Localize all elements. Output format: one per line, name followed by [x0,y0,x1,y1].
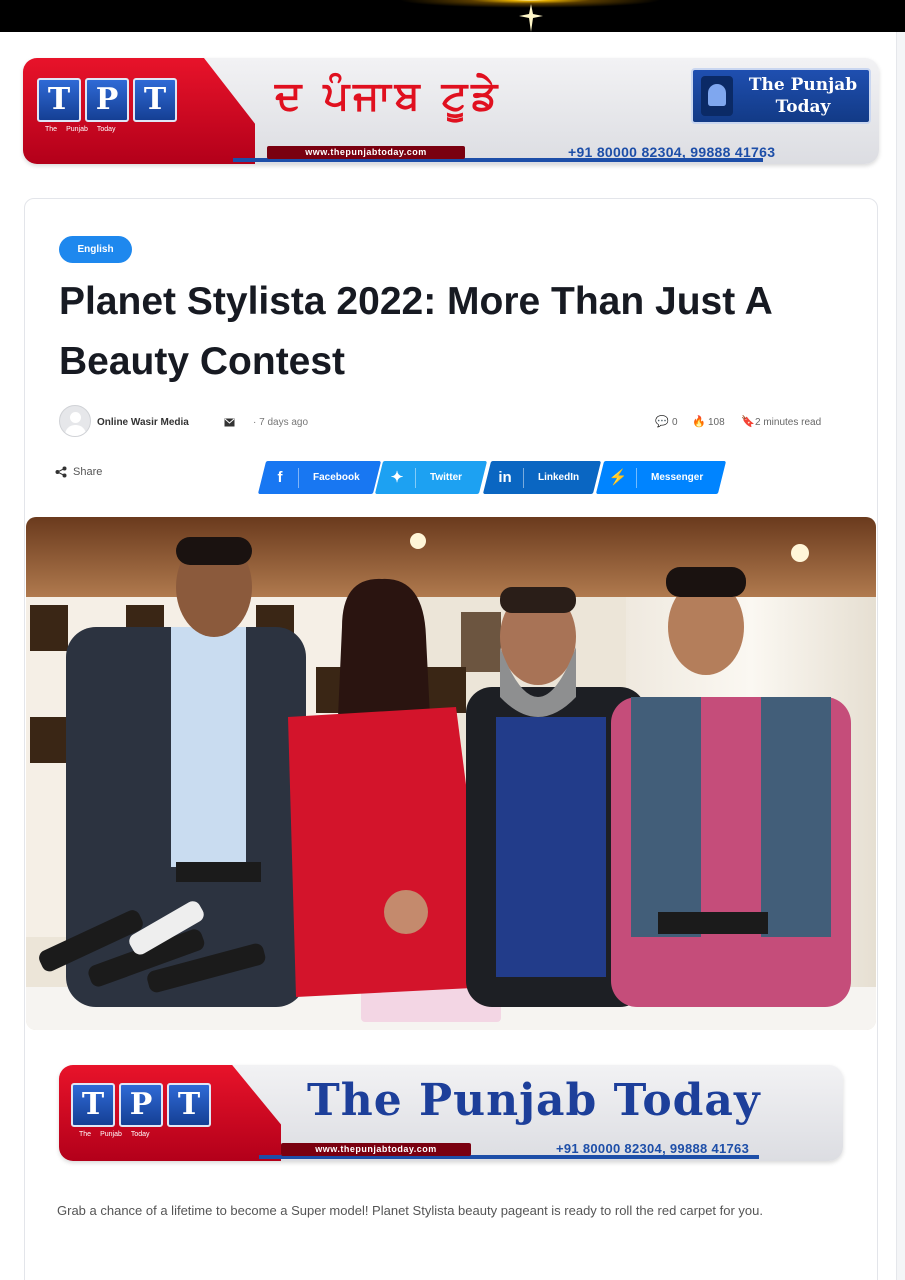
share-icon [55,466,67,478]
tpt-sub-label: The [79,1131,92,1138]
featured-image[interactable] [26,517,876,1030]
top-banner-ad[interactable]: T P T The Punjab Today ਦ ਪੰਜਾਬ ਟੂਡੇ The … [23,58,879,164]
banner-phone: +91 80000 82304, 99888 41763 [568,144,776,160]
share-twitter-label: Twitter [430,472,463,483]
post-date-text: 7 days ago [259,417,309,428]
inline-banner-ad[interactable]: T P T The Punjab Today The Punjab Today … [59,1065,843,1161]
logo-text: The Punjab Today [748,75,858,117]
share-messenger-label: Messenger [651,472,704,483]
tpt-logo: T P T [37,78,177,122]
tpt-letter: T [37,78,81,122]
tpt-letter: P [85,78,129,122]
separator [415,467,416,488]
article-intro: Grab a chance of a lifetime to become a … [57,1203,764,1218]
bookmark-icon: 🔖 [741,416,755,428]
linkedin-icon: in [498,469,512,486]
tpt-subtitles: The Punjab Today [45,126,116,133]
separator [298,467,299,488]
author-avatar[interactable] [59,405,91,437]
article-title: Planet Stylista 2022: More Than Just A B… [59,280,772,383]
event-photo [26,517,876,1030]
share-text: Share [73,466,103,478]
post-date: · 7 days ago [253,417,309,428]
mail-icon[interactable] [224,418,235,427]
banner-phone: +91 80000 82304, 99888 41763 [556,1141,750,1156]
share-messenger-button[interactable]: ⚡ Messenger [595,461,727,494]
tpt-sub-label: Today [96,126,116,133]
facebook-icon: f [277,469,283,486]
top-dark-bar [0,0,905,32]
sparkle-icon [519,4,543,32]
author-name[interactable]: Online Wasir Media [97,417,189,428]
separator [523,467,524,488]
tpt-logo: T P T [71,1083,211,1127]
tpt-sub-label: Punjab [100,1131,122,1138]
share-twitter-button[interactable]: ✦ Twitter [374,461,488,494]
share-facebook-label: Facebook [313,472,360,483]
tpt-sub-label: The [45,126,58,133]
share-linkedin-label: LinkedIn [538,472,580,483]
tpt-letter: T [133,78,177,122]
tpt-letter: T [167,1083,211,1127]
read-time: 2 minutes read [755,417,822,428]
messenger-icon: ⚡ [608,469,628,486]
tpt-subtitles: The Punjab Today [79,1131,150,1138]
sidebar-edge [896,32,905,1280]
banner-english-title: The Punjab Today [307,1075,761,1126]
twitter-icon: ✦ [390,469,404,486]
punjab-today-logo: The Punjab Today [691,68,871,124]
views-count: 108 [708,417,725,428]
banner-url-strip: www.thepunjabtoday.com [281,1143,471,1156]
banner-punjabi-title: ਦ ਪੰਜਾਬ ਟੂਡੇ [275,72,502,119]
tpt-letter: T [71,1083,115,1127]
share-facebook-button[interactable]: f Facebook [257,461,382,494]
flame-icon: 🔥 [692,416,706,428]
tpt-sub-label: Today [130,1131,150,1138]
category-badge[interactable]: English [59,236,132,263]
tpt-letter: P [119,1083,163,1127]
comments-count[interactable]: 0 [672,417,678,428]
comments-icon: 💬 [655,416,669,428]
tpt-sub-label: Punjab [66,126,88,133]
share-label: Share [55,466,102,478]
banner-url-strip: www.thepunjabtoday.com [267,146,465,159]
bell-icon [701,76,733,116]
separator [636,467,637,488]
share-linkedin-button[interactable]: in LinkedIn [482,461,602,494]
